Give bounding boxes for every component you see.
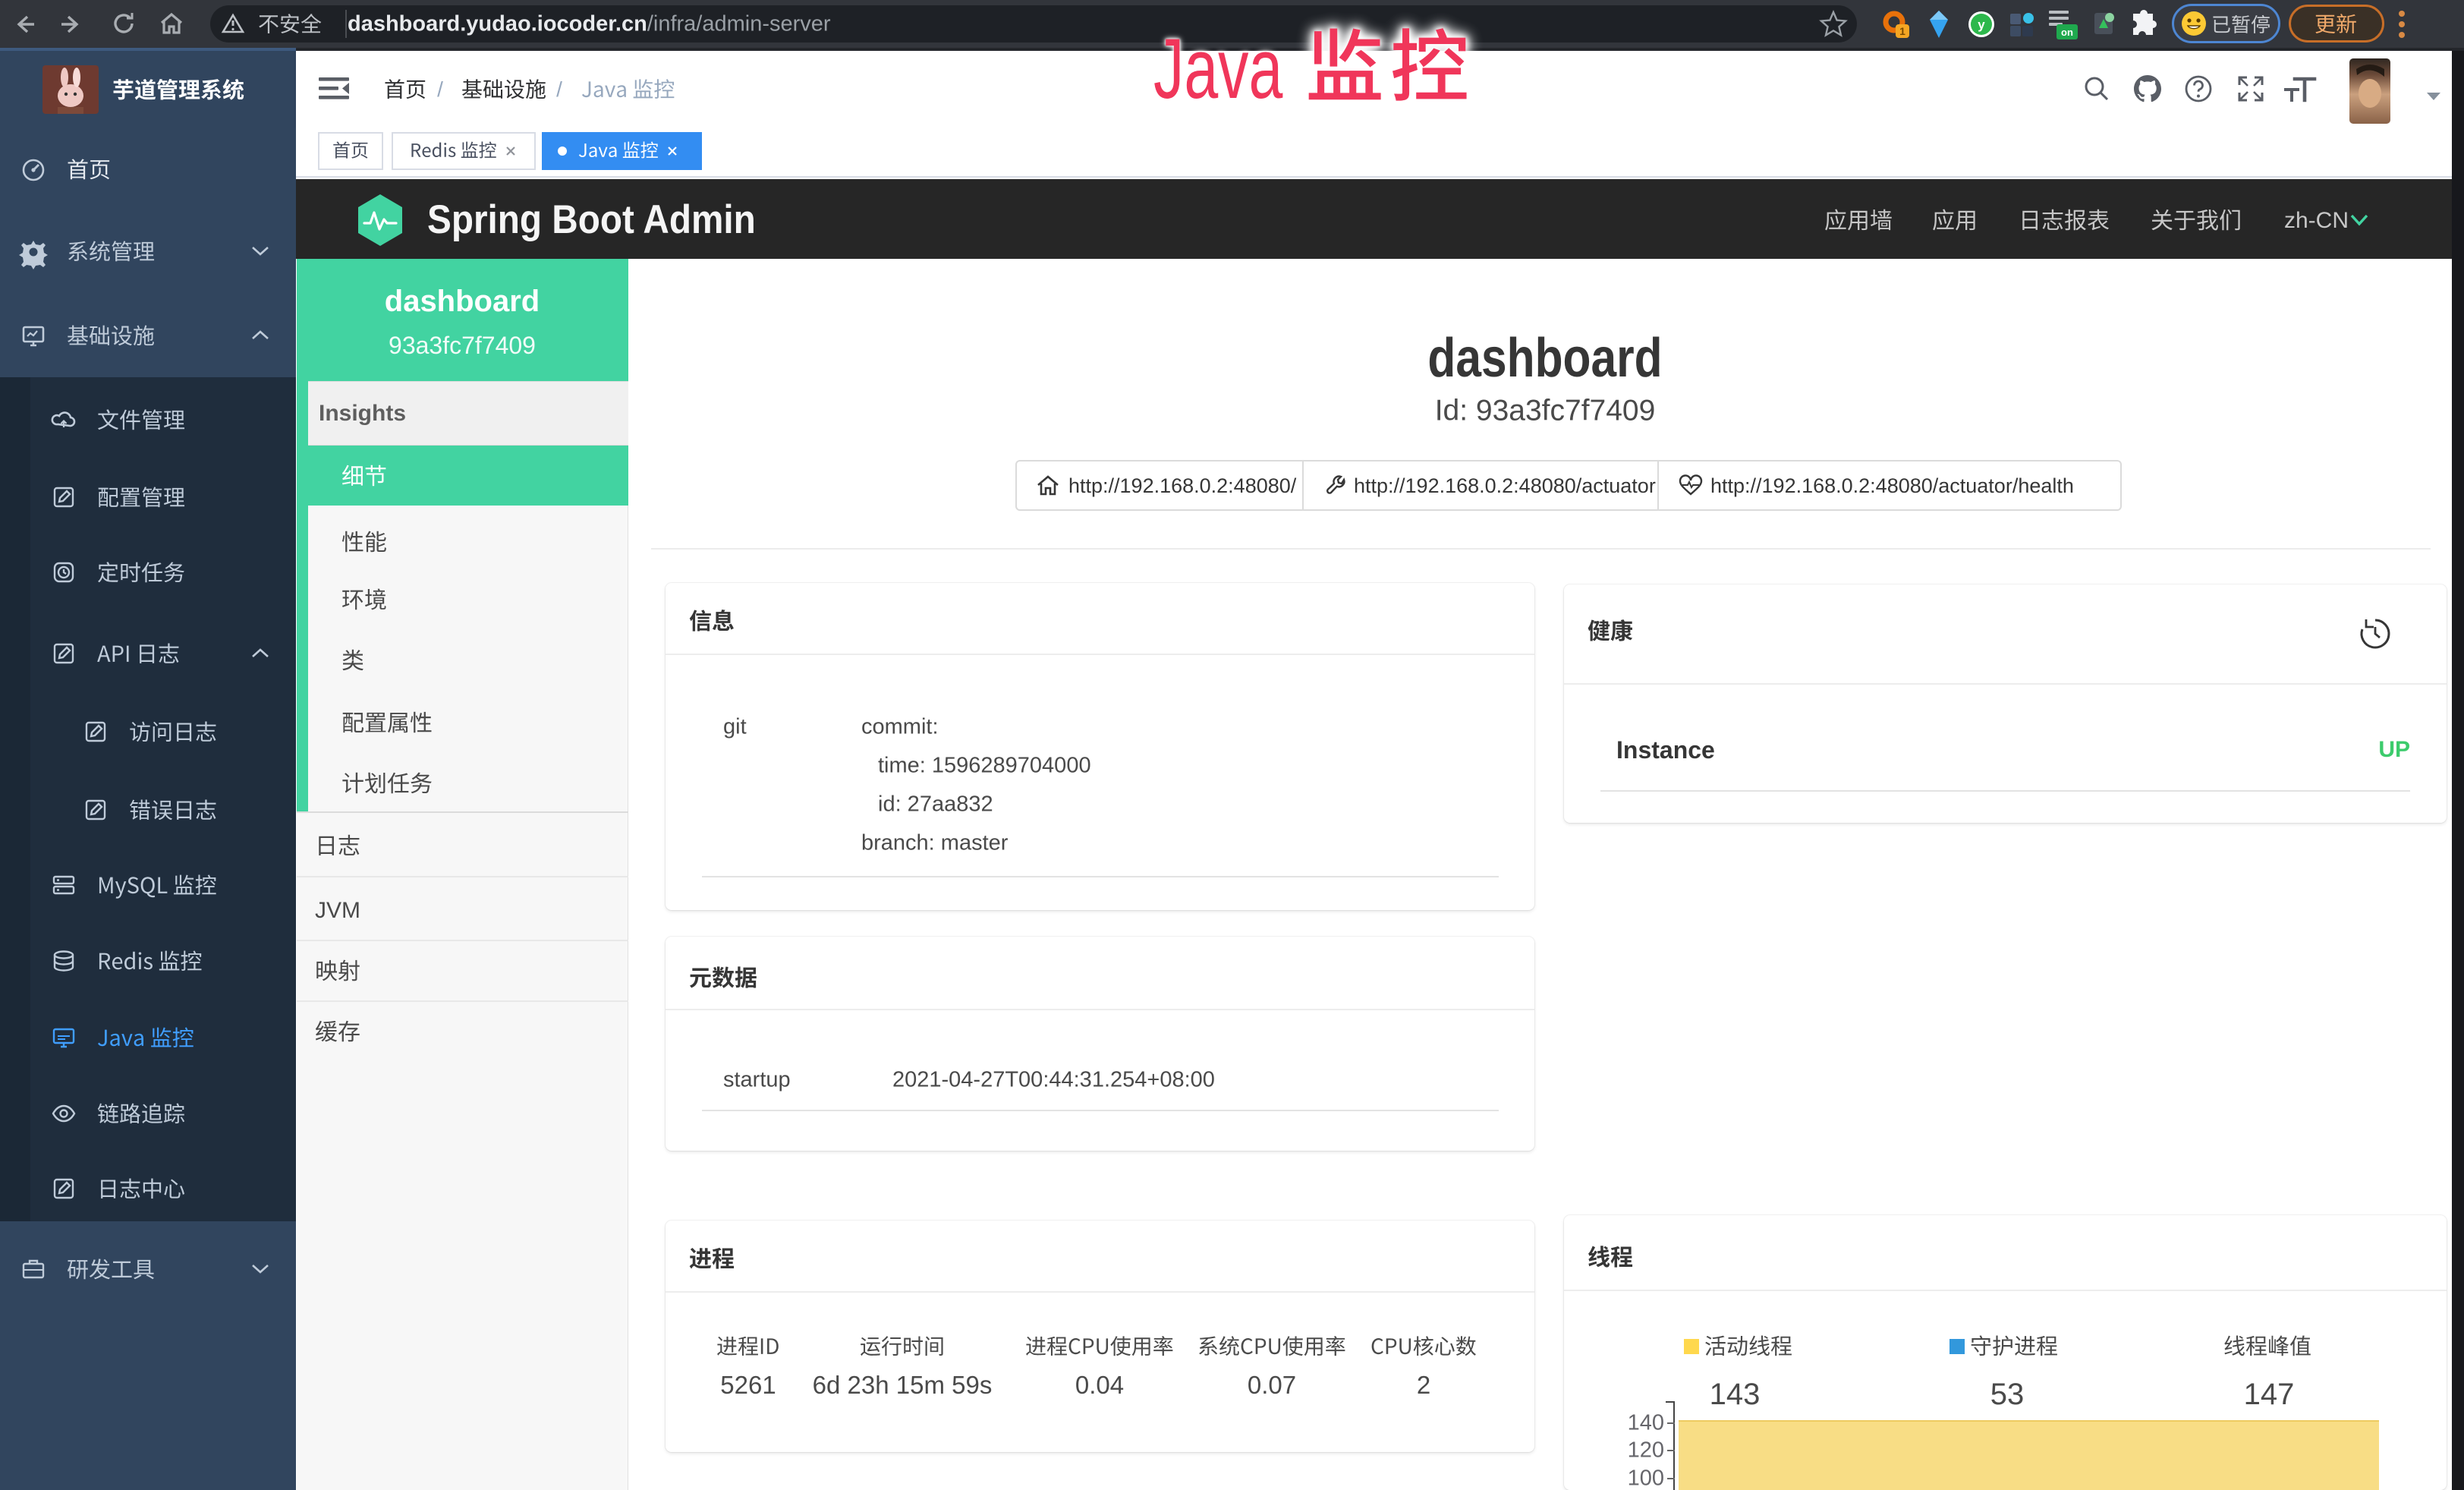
svg-text:on: on (2061, 27, 2073, 38)
svg-text:1: 1 (1899, 25, 1905, 37)
svg-text:y: y (1978, 17, 1985, 32)
